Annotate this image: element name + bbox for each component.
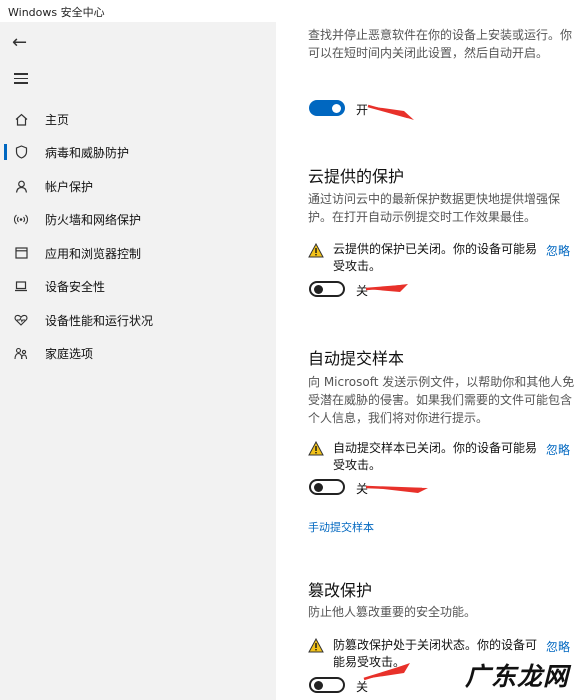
- sidebar-item-family[interactable]: 家庭选项: [0, 340, 276, 366]
- app-window-icon: [14, 246, 28, 260]
- tamper-protection-heading: 篡改保护: [308, 581, 373, 600]
- sidebar-item-label: 帐户保护: [45, 179, 94, 194]
- sidebar: ← 主页 病毒和威胁防护 帐户保护 防火墙和网络保护 应用和浏览器控制 设备安全…: [0, 22, 276, 700]
- sidebar-item-label: 主页: [45, 112, 70, 127]
- watermark-logo: 广东龙网: [452, 655, 582, 695]
- cloud-description: 通过访问云中的最新保护数据更快地提供增强保护。在打开自动示例提交时工作效果最佳。: [308, 192, 561, 224]
- sidebar-item-label: 应用和浏览器控制: [45, 246, 142, 261]
- watermark-text: 广东龙网: [464, 662, 569, 691]
- sidebar-item-firewall[interactable]: 防火墙和网络保护: [0, 206, 276, 232]
- cloud-protection-toggle[interactable]: [309, 281, 345, 297]
- tamper-dismiss-link[interactable]: 忽略: [546, 638, 570, 655]
- sample-submission-heading: 自动提交样本: [308, 349, 405, 368]
- sidebar-item-label: 家庭选项: [45, 346, 94, 361]
- sample-submission-toggle[interactable]: [309, 479, 345, 495]
- sidebar-item-label: 防火墙和网络保护: [45, 212, 142, 227]
- warning-icon: [308, 243, 324, 258]
- annotation-arrow-icon: [363, 663, 410, 681]
- warning-icon: [308, 441, 324, 456]
- window-title: Windows 安全中心: [8, 6, 105, 19]
- active-indicator: [4, 144, 7, 160]
- sidebar-item-label: 病毒和威胁防护: [45, 145, 130, 160]
- toggle-knob: [314, 680, 323, 690]
- hamburger-menu-icon[interactable]: [14, 70, 28, 87]
- sidebar-item-app-browser[interactable]: 应用和浏览器控制: [0, 240, 276, 266]
- annotation-arrow-icon: [367, 104, 414, 120]
- cloud-warning-text: 云提供的保护已关闭。你的设备可能易受攻击。: [333, 242, 538, 273]
- toggle-knob: [332, 103, 341, 113]
- laptop-icon: [14, 279, 28, 293]
- sidebar-item-virus-protection[interactable]: 病毒和威胁防护: [0, 139, 276, 165]
- sample-description: 向 Microsoft 发送示例文件，以帮助你和其他人免受潜在威胁的侵害。如果我…: [308, 375, 575, 425]
- back-arrow-icon[interactable]: ←: [12, 32, 27, 53]
- manual-submit-link[interactable]: 手动提交样本: [308, 519, 374, 535]
- sample-warning-text: 自动提交样本已关闭。你的设备可能易受攻击。: [333, 441, 538, 472]
- home-icon: [14, 112, 28, 126]
- cloud-dismiss-link[interactable]: 忽略: [546, 242, 570, 259]
- sidebar-item-label: 设备安全性: [45, 279, 106, 294]
- heart-icon: [14, 313, 28, 327]
- sidebar-item-home[interactable]: 主页: [0, 106, 276, 132]
- person-icon: [14, 179, 28, 193]
- sample-dismiss-link[interactable]: 忽略: [546, 441, 570, 458]
- annotation-arrow-icon: [365, 284, 408, 292]
- cloud-protection-heading: 云提供的保护: [308, 167, 405, 186]
- annotation-arrow-icon: [365, 485, 428, 493]
- main-content: 查找并停止恶意软件在你的设备上安装或运行。你可以在短时间内关闭此设置，然后自动开…: [276, 0, 586, 700]
- sidebar-item-label: 设备性能和运行状况: [45, 313, 154, 328]
- warning-icon: [308, 638, 324, 653]
- tamper-description: 防止他人篡改重要的安全功能。: [308, 605, 477, 619]
- tamper-protection-toggle[interactable]: [309, 677, 345, 693]
- sidebar-item-device-health[interactable]: 设备性能和运行状况: [0, 307, 276, 333]
- realtime-protection-toggle[interactable]: [309, 100, 345, 116]
- sidebar-item-device-security[interactable]: 设备安全性: [0, 273, 276, 299]
- toggle-knob: [314, 284, 323, 294]
- sidebar-item-account[interactable]: 帐户保护: [0, 173, 276, 199]
- realtime-description: 查找并停止恶意软件在你的设备上安装或运行。你可以在短时间内关闭此设置，然后自动开…: [308, 28, 573, 60]
- toggle-knob: [314, 482, 323, 492]
- wifi-icon: [14, 212, 28, 226]
- shield-icon: [14, 145, 28, 159]
- family-icon: [14, 346, 28, 360]
